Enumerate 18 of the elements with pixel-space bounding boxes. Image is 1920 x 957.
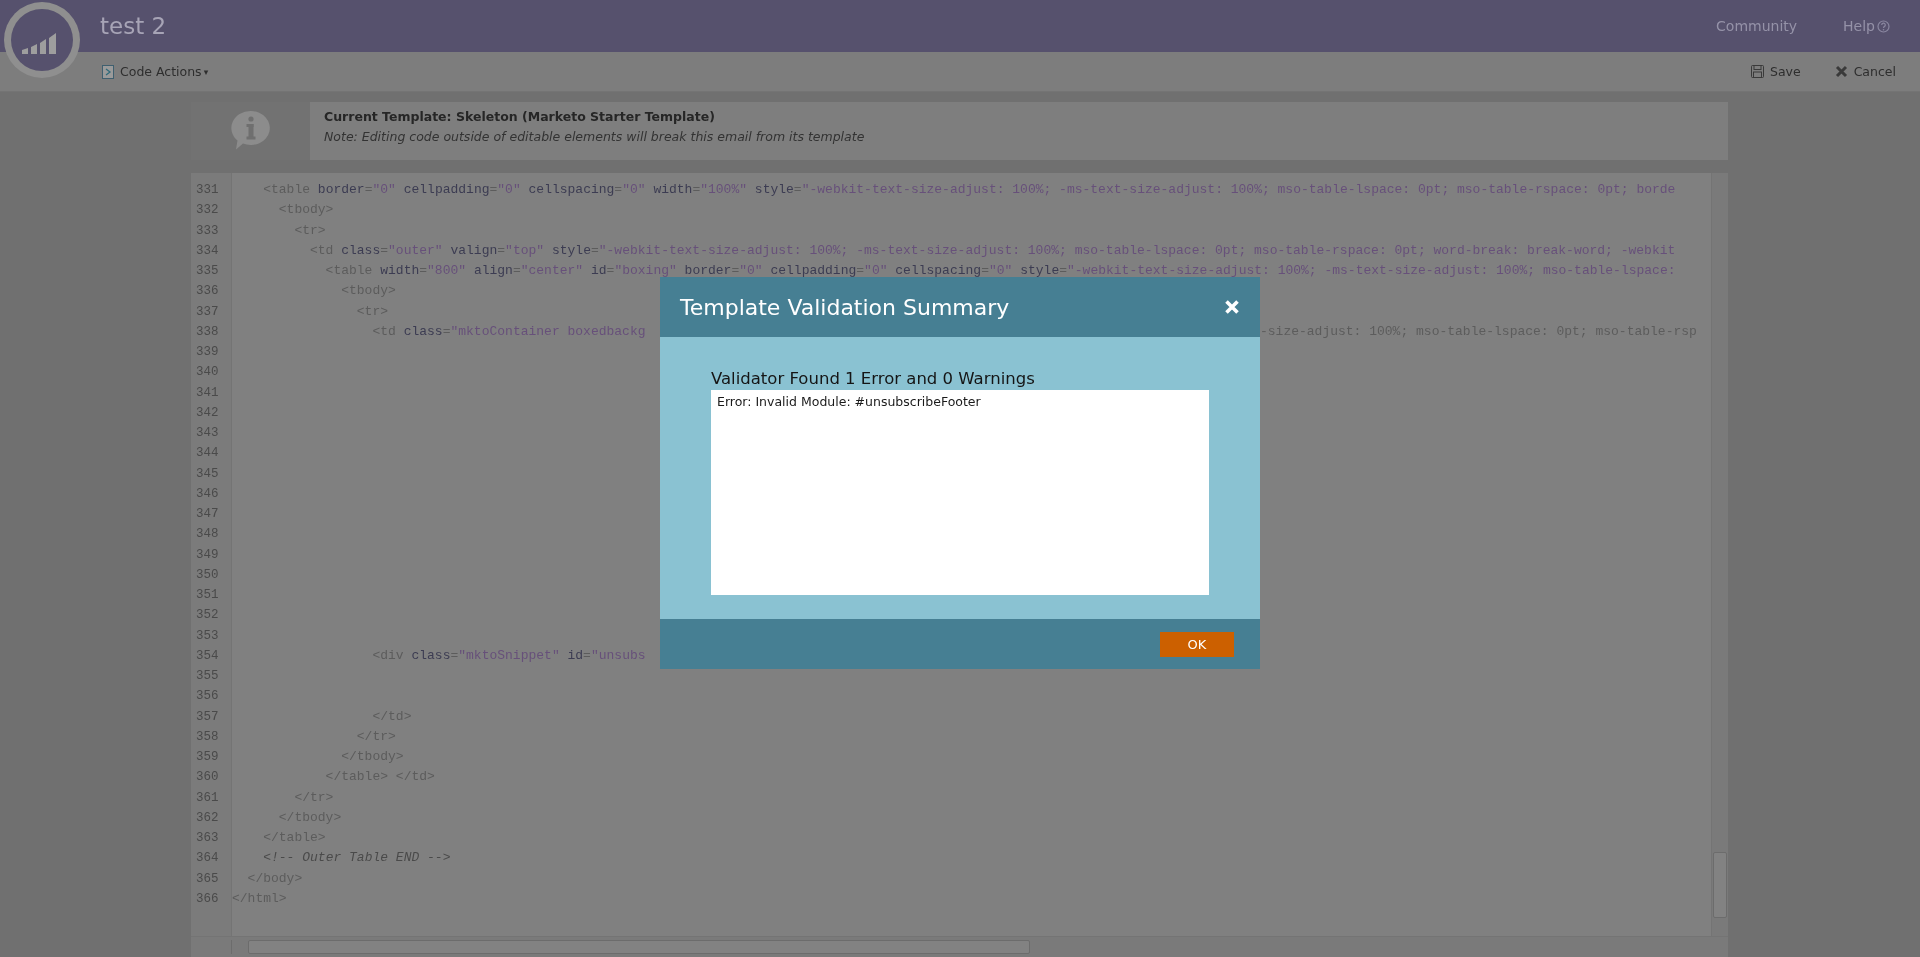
save-button[interactable]: Save: [1746, 62, 1805, 81]
save-icon: [1750, 65, 1764, 78]
close-icon: [1224, 299, 1240, 315]
code-file-icon: [102, 64, 114, 79]
error-message: Error: Invalid Module: #unsubscribeFooter: [717, 394, 982, 409]
nav-link[interactable]: Help: [1843, 18, 1890, 34]
cancel-button[interactable]: Cancel: [1830, 62, 1900, 81]
summary-heading: Validator Found 1 Error and 0 Warnings: [711, 369, 1036, 388]
template-title: Current Template: Skeleton (Marketo Starter Template): [324, 109, 716, 124]
nav-link[interactable]: Community: [1716, 18, 1798, 34]
page-title: test 2: [100, 13, 168, 39]
close-icon: [1834, 65, 1848, 78]
dialog-title: Template Validation Summary: [680, 294, 1011, 320]
ok-button[interactable]: OK: [1160, 631, 1234, 657]
close-button[interactable]: [1224, 299, 1240, 315]
help-icon: [1877, 19, 1890, 33]
code-actions-menu[interactable]: Code Actions ▾: [98, 62, 213, 81]
template-note: Note: Editing code outside of editable elements will break this email from its template: [324, 129, 865, 144]
